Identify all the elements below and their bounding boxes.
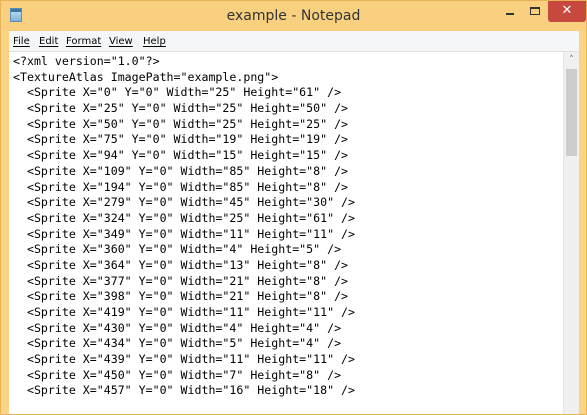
scroll-up-arrow-icon[interactable]: ˄	[564, 52, 579, 68]
text-line: <Sprite X="194" Y="0" Width="85" Height=…	[13, 179, 349, 194]
menu-file[interactable]: File	[13, 35, 30, 48]
title-bar[interactable]: example - Notepad ✕	[1, 1, 586, 31]
text-line: <Sprite X="94" Y="0" Width="15" Height="…	[13, 148, 349, 163]
minimize-icon	[506, 13, 514, 15]
close-icon: ✕	[561, 3, 573, 18]
maximize-icon	[530, 7, 540, 15]
text-line: <Sprite X="430" Y="0" Width="4" Height="…	[13, 320, 342, 335]
text-line: <Sprite X="75" Y="0" Width="19" Height="…	[13, 132, 349, 147]
menu-format-rest: ormat	[71, 36, 102, 47]
menu-bar: File Edit Format View Help	[9, 31, 579, 52]
text-line: <Sprite X="377" Y="0" Width="21" Height=…	[13, 273, 349, 288]
text-line: <Sprite X="25" Y="0" Width="25" Height="…	[13, 101, 349, 116]
menu-help-key: H	[143, 36, 151, 47]
text-line: <Sprite X="434" Y="0" Width="5" Height="…	[13, 336, 342, 351]
menu-view[interactable]: View	[109, 35, 133, 48]
menu-edit-rest: dit	[45, 36, 59, 47]
text-line: <?xml version="1.0"?>	[13, 54, 160, 68]
vertical-scrollbar[interactable]: ˄	[563, 52, 579, 414]
text-line: <TextureAtlas ImagePath="example.png">	[13, 69, 279, 84]
text-line: <Sprite X="419" Y="0" Width="11" Height=…	[13, 305, 356, 319]
text-line: <Sprite X="109" Y="0" Width="85" Height=…	[13, 163, 349, 178]
menu-file-rest: ile	[18, 36, 30, 47]
maximize-button[interactable]	[523, 1, 548, 22]
text-line: <Sprite X="50" Y="0" Width="25" Height="…	[13, 116, 349, 131]
close-button[interactable]: ✕	[548, 1, 586, 22]
text-line: <Sprite X="450" Y="0" Width="7" Height="…	[13, 367, 342, 382]
text-line: <Sprite X="439" Y="0" Width="11" Height=…	[13, 352, 356, 367]
menu-format[interactable]: Format	[66, 35, 101, 48]
text-area[interactable]: <?xml version="1.0"?> <TextureAtlas Image…	[9, 52, 563, 414]
text-line: <Sprite X="324" Y="0" Width="25" Height=…	[13, 210, 356, 225]
menu-help[interactable]: Help	[143, 35, 166, 48]
text-line: <Sprite X="364" Y="0" Width="13" Height=…	[13, 257, 349, 272]
text-line: <Sprite X="279" Y="0" Width="45" Height=…	[13, 195, 356, 210]
menu-edit[interactable]: Edit	[39, 35, 58, 48]
notepad-window: example - Notepad ✕ File Edit Format Vie…	[0, 0, 587, 415]
editor-area: <?xml version="1.0"?> <TextureAtlas Image…	[9, 52, 579, 414]
minimize-button[interactable]	[497, 1, 523, 22]
menu-view-key: V	[109, 36, 116, 47]
menu-help-rest: elp	[150, 36, 166, 47]
text-line: <Sprite X="349" Y="0" Width="11" Height=…	[13, 226, 356, 241]
text-line: <Sprite X="457" Y="0" Width="16" Height=…	[13, 383, 356, 398]
scrollbar-thumb[interactable]	[566, 69, 577, 156]
text-line: <Sprite X="398" Y="0" Width="21" Height=…	[13, 289, 349, 304]
text-line: <Sprite X="360" Y="0" Width="4" Height="…	[13, 242, 342, 257]
text-line: <Sprite X="0" Y="0" Width="25" Height="6…	[13, 85, 342, 100]
menu-view-rest: iew	[115, 36, 133, 47]
